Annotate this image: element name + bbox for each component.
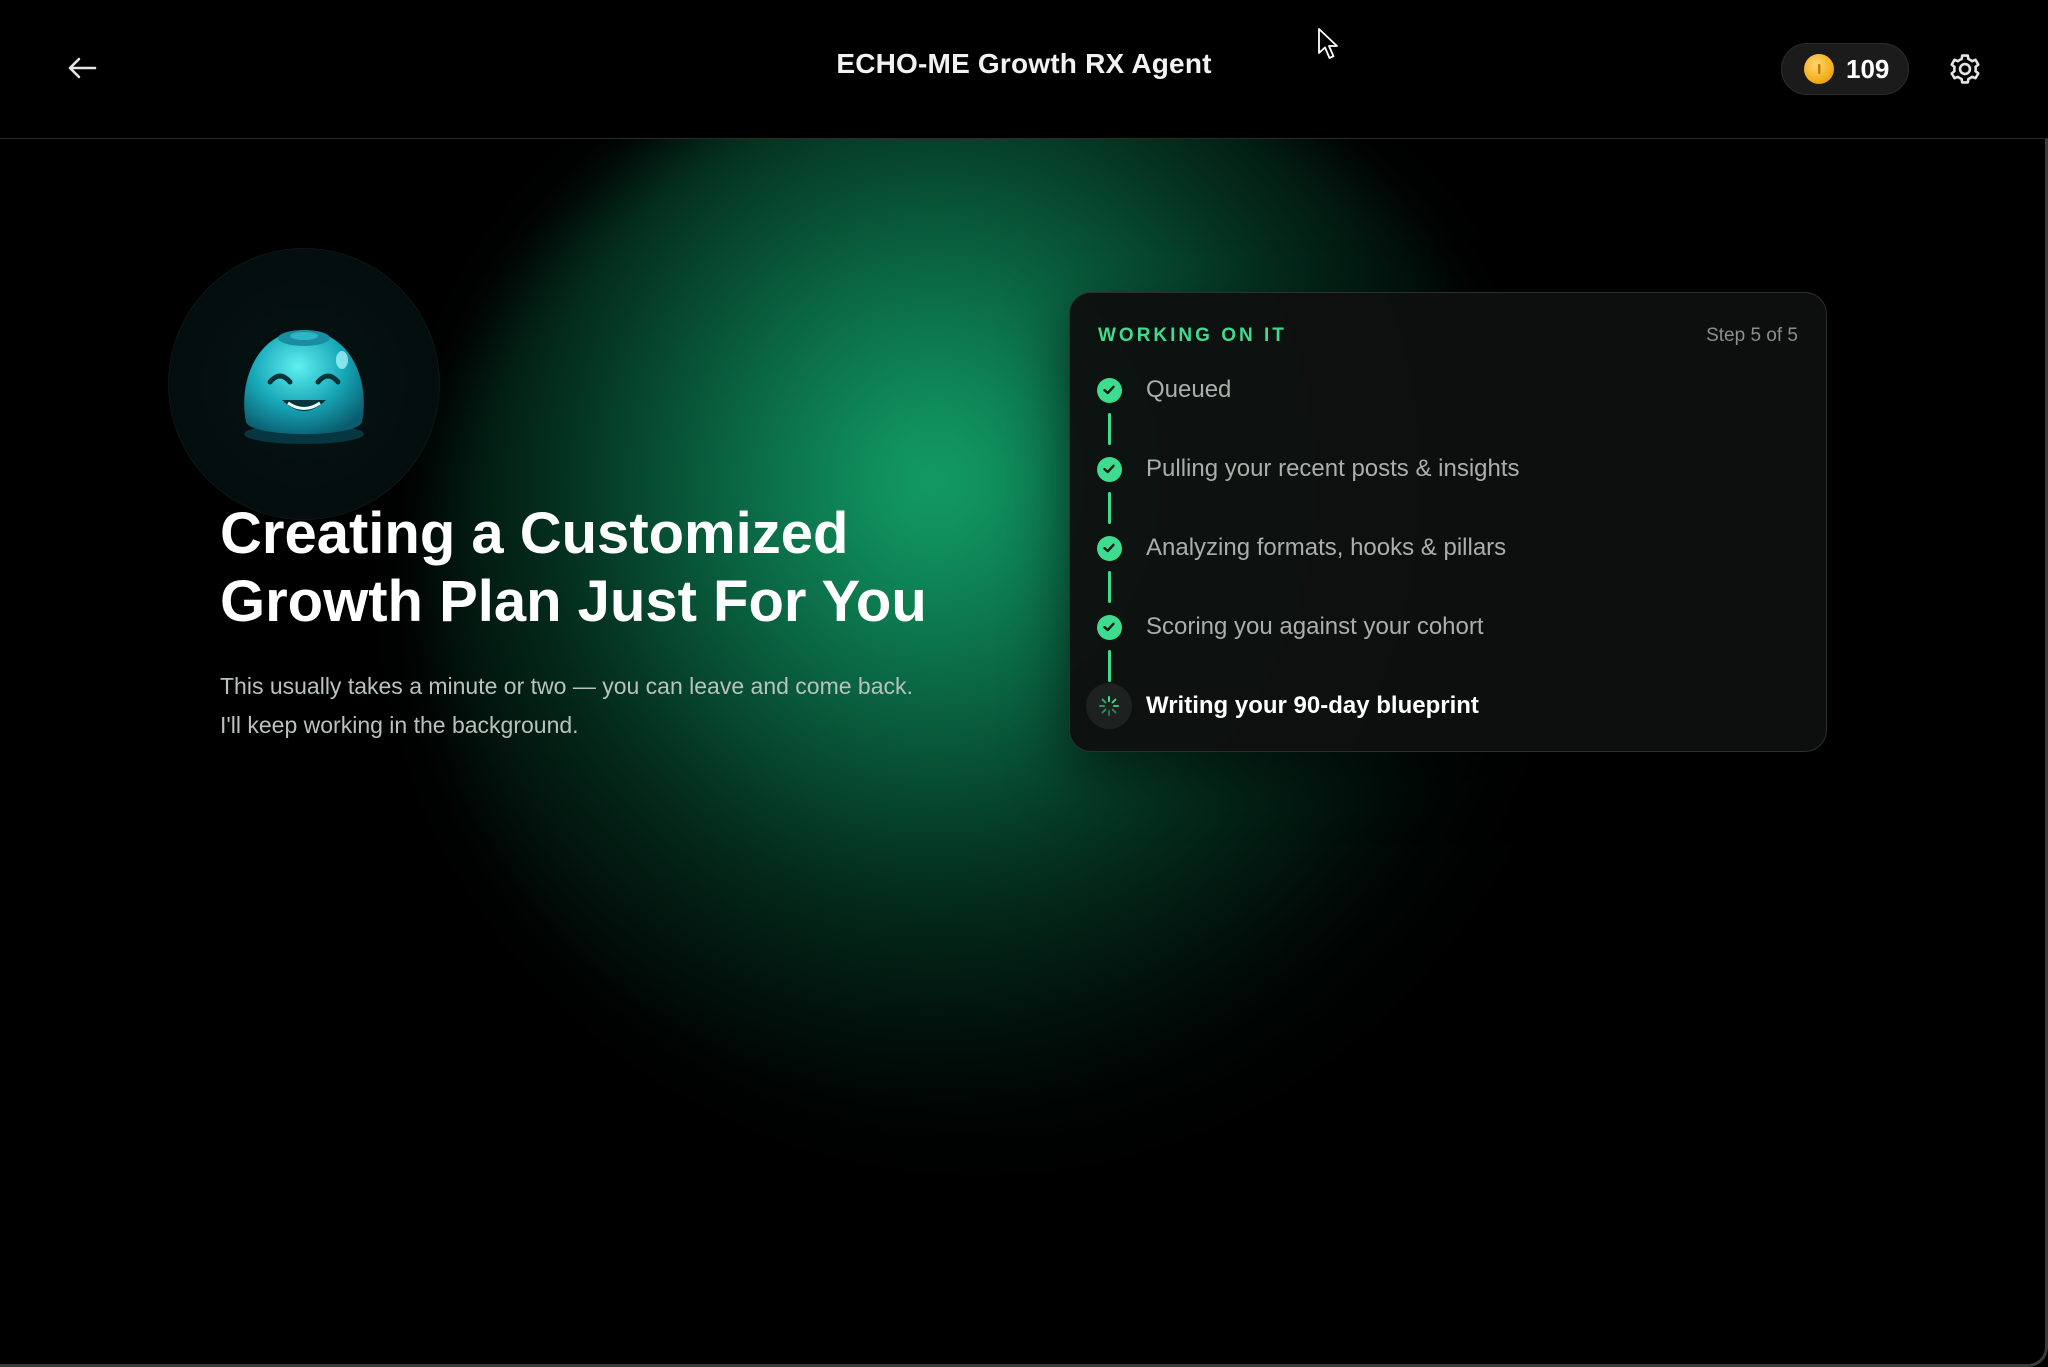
check-circle-icon [1096,456,1122,482]
step-item: Pulling your recent posts & insights [1092,452,1792,531]
mouse-cursor-icon [1318,28,1338,59]
coin-balance-button[interactable]: 109 [1781,43,1909,95]
step-connector [1107,650,1111,682]
step-item: Writing your 90-day blueprint [1086,683,1792,768]
headline: Creating a Customized Growth Plan Just F… [220,500,1020,636]
step-label: Analyzing formats, hooks & pillars [1146,534,1507,561]
app-window: ECHO-ME Growth RX Agent 109 Creating a C… [0,0,2048,1367]
step-status [1086,683,1132,729]
gear-icon [1950,54,1980,84]
status-label: WORKING ON IT [1098,325,1287,346]
echo-mascot-icon [244,330,364,444]
step-item: Queued [1092,373,1792,452]
page-title: ECHO-ME Growth RX Agent [836,48,1212,79]
subtext-line-2: I'll keep working in the background. [220,712,579,738]
step-label: Scoring you against your cohort [1146,613,1484,640]
headline-line-2: Growth Plan Just For You [220,569,927,634]
step-status [1092,373,1126,445]
step-item: Analyzing formats, hooks & pillars [1092,531,1792,610]
spinner-icon [1086,683,1132,729]
headline-line-1: Creating a Customized [220,501,849,566]
step-connector [1107,492,1111,524]
progress-card-header: WORKING ON IT Step 5 of 5 [1098,325,1798,347]
coin-icon [1804,54,1834,84]
settings-button[interactable] [1940,44,1990,94]
step-list: Queued Pulling your recent posts & insig… [1086,373,1792,768]
step-counter: Step 5 of 5 [1706,325,1798,346]
step-status [1092,531,1126,603]
subtext-line-1: This usually takes a minute or two — you… [220,673,913,699]
step-label: Queued [1146,376,1232,403]
check-circle-icon [1096,535,1122,561]
step-item: Scoring you against your cohort [1092,610,1792,689]
step-connector [1107,571,1111,603]
step-label-active: Writing your 90-day blueprint [1146,692,1479,719]
coin-count: 109 [1846,53,1890,84]
step-connector [1107,413,1111,445]
subtext: This usually takes a minute or two — you… [220,667,1020,745]
top-bar: ECHO-ME Growth RX Agent 109 [0,0,2048,139]
check-circle-icon [1096,614,1122,640]
check-circle-icon [1096,377,1122,403]
step-status [1092,610,1126,682]
progress-card: WORKING ON IT Step 5 of 5 Queued Pulling… [1069,292,1827,752]
step-status [1092,452,1126,524]
step-label: Pulling your recent posts & insights [1146,455,1520,482]
